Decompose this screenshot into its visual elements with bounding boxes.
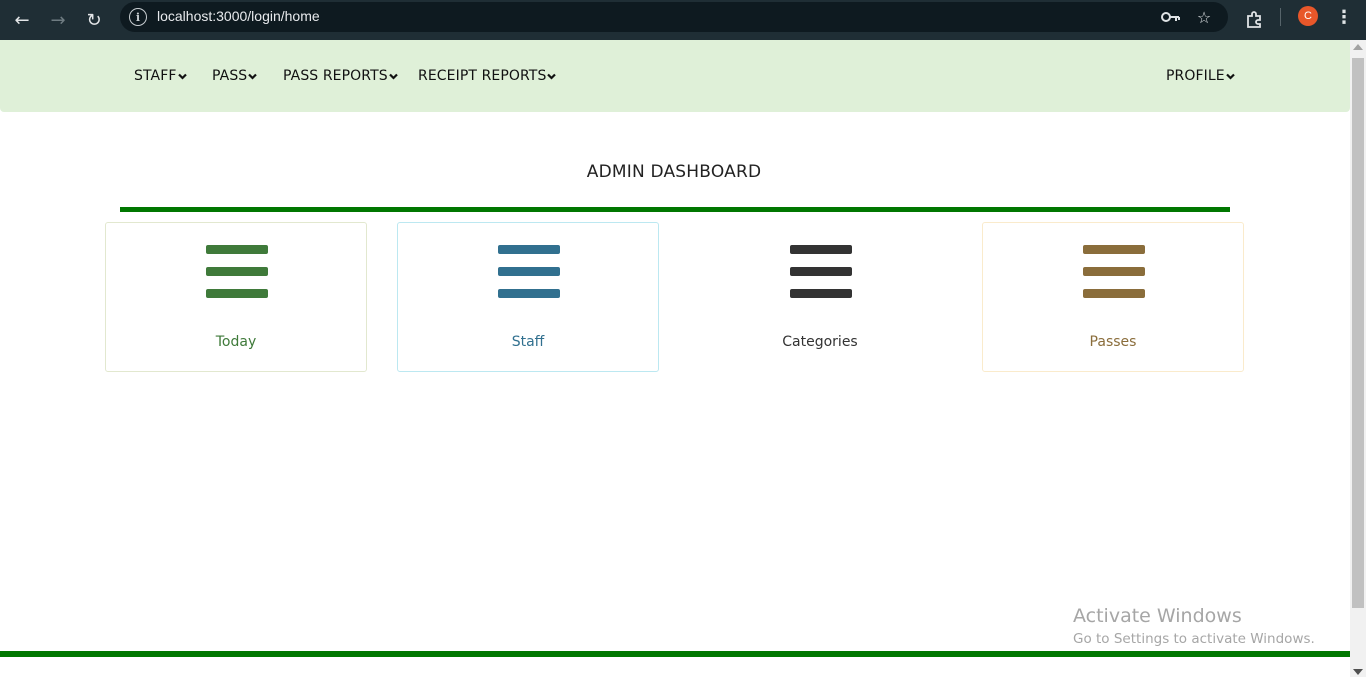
card-label: Today [215,334,257,350]
top-navbar: STAFF PASS PASS REPORTS RECEIPT REPORTS … [0,40,1350,112]
nav-receipt-reports-label: RECEIPT REPORTS [418,68,547,84]
nav-pass-dropdown[interactable]: PASS [212,68,258,84]
scroll-down-arrow-icon[interactable] [1353,669,1363,675]
more-menu-icon[interactable]: ⋮ [1334,6,1354,28]
dashboard-card-categories[interactable]: Categories [689,222,951,372]
card-label: Categories [782,334,858,350]
title-divider [120,207,1230,212]
nav-staff-label: STAFF [134,68,177,84]
windows-activation-watermark: Activate Windows Go to Settings to activ… [1073,605,1315,647]
nav-profile-dropdown[interactable]: PROFILE [1166,68,1235,84]
chevron-down-icon [547,72,557,81]
footer-divider [0,651,1350,657]
url-text[interactable]: localhost:3000/login/home [157,8,320,24]
site-info-icon[interactable]: i [129,8,147,26]
address-bar[interactable]: i localhost:3000/login/home ☆ [120,2,1228,32]
menu-bars-icon [206,245,268,301]
vertical-scrollbar[interactable] [1350,40,1366,677]
nav-staff-dropdown[interactable]: STAFF [134,68,187,84]
menu-bars-icon [498,245,560,301]
forward-arrow-icon[interactable]: → [44,6,72,34]
menu-bars-icon [1083,245,1145,301]
profile-avatar[interactable]: C [1298,6,1318,26]
scroll-up-arrow-icon[interactable] [1353,44,1363,50]
chevron-down-icon [248,72,258,81]
chevron-down-icon [177,72,187,81]
browser-toolbar: ← → ↻ i localhost:3000/login/home ☆ C ⋮ [0,0,1366,40]
nav-pass-label: PASS [212,68,248,84]
extensions-puzzle-icon[interactable] [1240,6,1268,34]
back-arrow-icon[interactable]: ← [8,6,36,34]
watermark-line-2: Go to Settings to activate Windows. [1073,631,1315,647]
nav-receipt-reports-dropdown[interactable]: RECEIPT REPORTS [418,68,557,84]
nav-pass-reports-label: PASS REPORTS [283,68,388,84]
reload-icon[interactable]: ↻ [80,6,108,34]
dashboard-card-staff[interactable]: Staff [397,222,659,372]
scrollbar-thumb[interactable] [1352,58,1364,608]
bookmark-star-icon[interactable]: ☆ [1193,6,1215,28]
page: STAFF PASS PASS REPORTS RECEIPT REPORTS … [0,40,1350,677]
card-label: Passes [1089,334,1137,350]
page-title: ADMIN DASHBOARD [586,162,762,182]
dashboard-card-today[interactable]: Today [105,222,367,372]
chevron-down-icon [1225,72,1235,81]
toolbar-separator [1280,8,1281,26]
card-label: Staff [511,334,545,350]
nav-profile-label: PROFILE [1166,68,1225,84]
dashboard-card-passes[interactable]: Passes [982,222,1244,372]
nav-pass-reports-dropdown[interactable]: PASS REPORTS [283,68,398,84]
chevron-down-icon [388,72,398,81]
password-key-icon[interactable] [1160,6,1182,28]
watermark-line-1: Activate Windows [1073,605,1242,627]
menu-bars-icon [790,245,852,301]
